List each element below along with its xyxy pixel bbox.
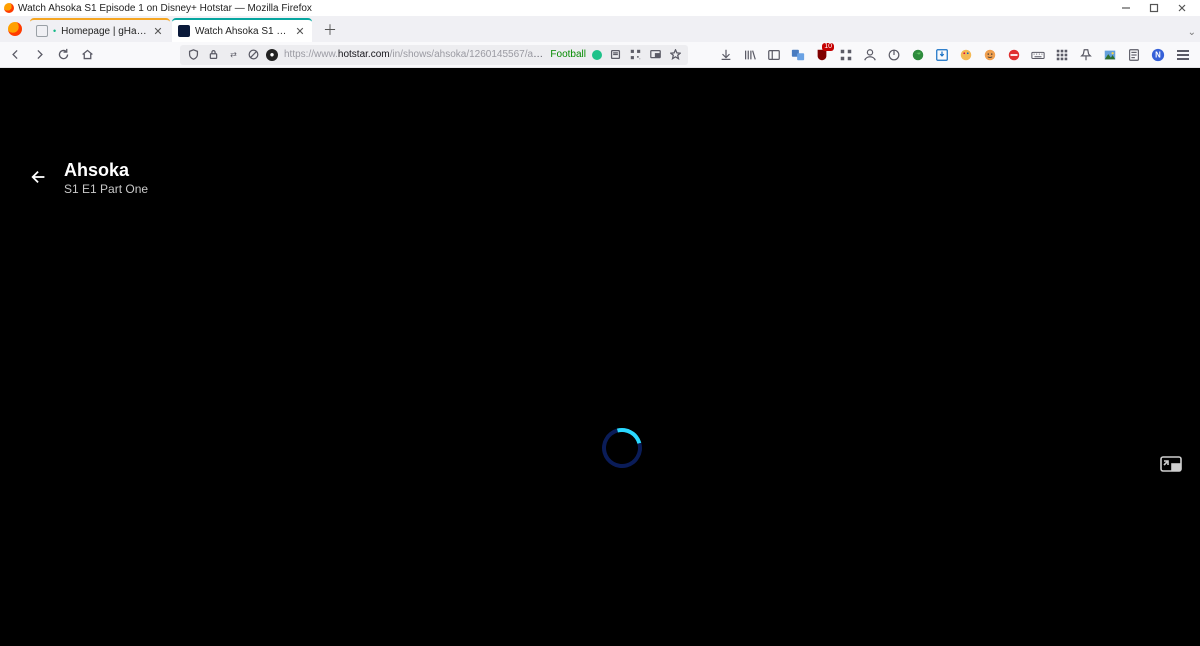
- loading-spinner-icon: [595, 421, 650, 476]
- notes-icon[interactable]: [1126, 47, 1142, 63]
- save-page-icon[interactable]: [934, 47, 950, 63]
- permissions-icon[interactable]: ⇄: [226, 48, 240, 62]
- blocked-media-icon[interactable]: [246, 48, 260, 62]
- nav-home-button[interactable]: [78, 46, 96, 64]
- tab-close-button[interactable]: ✕: [152, 25, 164, 37]
- window-minimize-button[interactable]: [1112, 0, 1140, 16]
- nav-reload-button[interactable]: [54, 46, 72, 64]
- keyboard-icon[interactable]: [1030, 47, 1046, 63]
- firefox-icon: [4, 3, 14, 13]
- lock-icon[interactable]: [206, 48, 220, 62]
- sidebar-toggle-icon[interactable]: [766, 47, 782, 63]
- tab-label: Homepage | gHacks Technolog: [61, 26, 147, 37]
- nord-icon[interactable]: N: [1150, 47, 1166, 63]
- downloads-icon[interactable]: [718, 47, 734, 63]
- apps-grid-icon[interactable]: [1054, 47, 1070, 63]
- page-content: Ahsoka S1 E1 Part One: [0, 68, 1200, 646]
- site-identity-icon[interactable]: ●: [266, 49, 278, 61]
- window-title: Watch Ahsoka S1 Episode 1 on Disney+ Hot…: [18, 3, 312, 14]
- video-back-button[interactable]: [30, 168, 48, 191]
- firefox-menu-button[interactable]: [4, 18, 26, 40]
- block-icon[interactable]: [1006, 47, 1022, 63]
- tab-ghacks[interactable]: • Homepage | gHacks Technolog ✕: [30, 18, 170, 42]
- pip-overlay-button[interactable]: [1160, 456, 1182, 474]
- favicon-hotstar-icon: [178, 25, 190, 37]
- window-close-button[interactable]: [1168, 0, 1196, 16]
- grid-icon[interactable]: [838, 47, 854, 63]
- reader-mode-icon[interactable]: [608, 48, 622, 62]
- toolbar-extensions: N: [694, 46, 1194, 64]
- url-tag: Football: [550, 49, 586, 60]
- svg-text:N: N: [1155, 50, 1161, 59]
- tab-loading-indicator: •: [53, 26, 56, 36]
- navigation-toolbar: ⇄ ● https://www.hotstar.com/in/shows/ahs…: [0, 42, 1200, 68]
- bookmark-star-icon[interactable]: [668, 48, 682, 62]
- address-bar[interactable]: ⇄ ● https://www.hotstar.com/in/shows/ahs…: [180, 45, 688, 65]
- window-maximize-button[interactable]: [1140, 0, 1168, 16]
- globe-icon[interactable]: [910, 47, 926, 63]
- picture-icon[interactable]: [1102, 47, 1118, 63]
- face-icon[interactable]: [982, 47, 998, 63]
- favicon-ghacks-icon: [36, 25, 48, 37]
- ublock-icon[interactable]: [814, 47, 830, 63]
- firefox-icon: [8, 22, 22, 36]
- account-icon[interactable]: [862, 47, 878, 63]
- pip-urlbar-icon[interactable]: [648, 48, 662, 62]
- container-indicator-icon: [592, 50, 602, 60]
- video-title: Ahsoka: [64, 160, 129, 181]
- qr-icon[interactable]: [628, 48, 642, 62]
- tracking-protection-icon[interactable]: [186, 48, 200, 62]
- tab-close-button[interactable]: ✕: [294, 25, 306, 37]
- translate-icon[interactable]: [790, 47, 806, 63]
- tab-strip: • Homepage | gHacks Technolog ✕ Watch Ah…: [0, 16, 1200, 42]
- url-text: https://www.hotstar.com/in/shows/ahsoka/…: [284, 49, 544, 60]
- tabs-overflow-button[interactable]: ⌄: [1188, 27, 1196, 38]
- library-icon[interactable]: [742, 47, 758, 63]
- window-titlebar: Watch Ahsoka S1 Episode 1 on Disney+ Hot…: [0, 0, 1200, 16]
- palette-icon[interactable]: [958, 47, 974, 63]
- tab-label: Watch Ahsoka S1 Episode 1 on: [195, 26, 289, 37]
- pin-icon[interactable]: [1078, 47, 1094, 63]
- app-menu-button[interactable]: [1174, 46, 1192, 64]
- new-tab-button[interactable]: ＋: [318, 18, 342, 42]
- nav-back-button[interactable]: [6, 46, 24, 64]
- power-icon[interactable]: [886, 47, 902, 63]
- nav-forward-button[interactable]: [30, 46, 48, 64]
- tab-hotstar[interactable]: Watch Ahsoka S1 Episode 1 on ✕: [172, 18, 312, 42]
- video-subtitle: S1 E1 Part One: [64, 182, 148, 196]
